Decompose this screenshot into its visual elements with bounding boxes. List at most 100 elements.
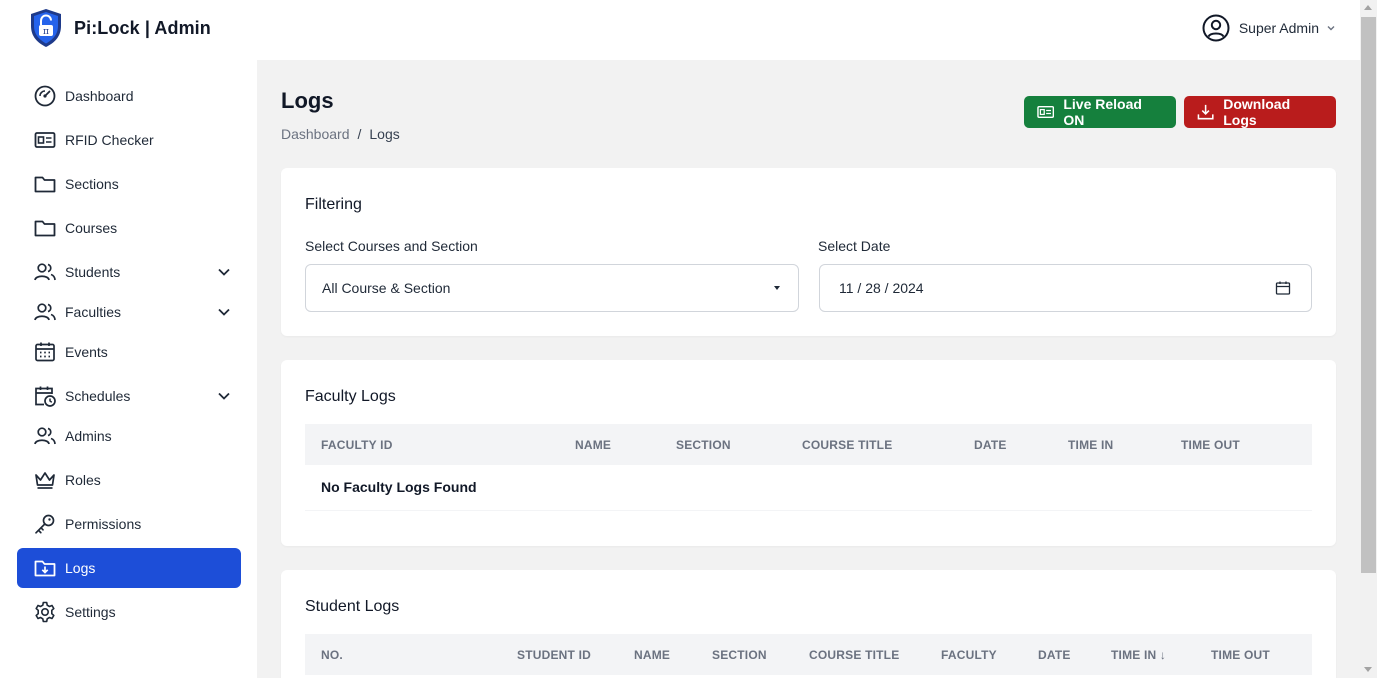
page-title: Logs	[281, 88, 334, 113]
table-row: No Faculty Logs Found	[305, 465, 1312, 510]
users-icon	[33, 260, 57, 284]
date-value: 11 / 28 / 2024	[839, 280, 924, 296]
download-logs-label: Download Logs	[1223, 96, 1291, 128]
sidebar-item-events[interactable]: Events	[17, 332, 241, 372]
column-header[interactable]: TIME OUT	[1181, 424, 1312, 465]
id-card-icon	[33, 128, 57, 152]
chevron-down-icon	[218, 392, 230, 400]
sidebar-item-dashboard[interactable]: Dashboard	[17, 76, 241, 116]
column-header[interactable]: FACULTY ID	[305, 424, 575, 465]
date-label: Select Date	[818, 238, 891, 254]
sidebar-item-label: Permissions	[65, 516, 142, 532]
sidebar-item-label: Faculties	[65, 304, 122, 320]
folder-icon	[33, 216, 57, 240]
empty-state-message: No Faculty Logs Found	[321, 479, 477, 496]
column-header[interactable]: NO.	[305, 634, 517, 675]
column-header[interactable]: NAME	[575, 424, 676, 465]
breadcrumb-separator: /	[357, 126, 362, 142]
course-section-value: All Course & Section	[322, 280, 451, 296]
key-icon	[33, 512, 57, 536]
column-header-sorted[interactable]: TIME IN ↓	[1111, 634, 1211, 675]
course-section-select[interactable]: All Course & Section	[305, 264, 799, 312]
folder-download-icon	[33, 556, 57, 580]
sidebar-item-label: Students	[65, 264, 121, 280]
faculty-logs-title: Faculty Logs	[305, 388, 396, 405]
column-header[interactable]: DATE	[974, 424, 1068, 465]
live-reload-label: Live Reload ON	[1063, 96, 1142, 128]
crown-icon	[33, 468, 57, 492]
sidebar-item-logs[interactable]: Logs	[17, 548, 241, 588]
column-header[interactable]: TIME IN	[1068, 424, 1181, 465]
scroll-up-arrow[interactable]	[1364, 5, 1372, 10]
column-header[interactable]: TIME OUT	[1211, 634, 1312, 675]
sidebar-item-label: Courses	[65, 220, 118, 236]
download-logs-button[interactable]: Download Logs	[1184, 96, 1336, 128]
dropdown-arrow-icon	[774, 286, 780, 290]
filtering-card: Filtering Select Courses and Section All…	[281, 168, 1336, 336]
sidebar-item-label: Schedules	[65, 388, 131, 404]
sidebar-item-roles[interactable]: Roles	[17, 460, 241, 500]
sidebar-item-label: Dashboard	[65, 88, 134, 104]
scrollbar-thumb[interactable]	[1361, 17, 1376, 573]
sidebar-item-label: RFID Checker	[65, 132, 154, 148]
vertical-scrollbar[interactable]	[1360, 0, 1377, 678]
column-header[interactable]: SECTION	[712, 634, 809, 675]
sidebar-item-sections[interactable]: Sections	[17, 164, 241, 204]
calendar-icon[interactable]	[1275, 280, 1291, 296]
breadcrumb-current: Logs	[369, 126, 400, 142]
student-logs-title: Student Logs	[305, 598, 400, 615]
breadcrumb: Dashboard / Logs	[281, 126, 400, 142]
live-reload-button[interactable]: Live Reload ON	[1024, 96, 1176, 128]
dashboard-gauge-icon	[33, 84, 57, 108]
user-avatar-icon	[1202, 14, 1230, 42]
sidebar-item-students[interactable]: Students	[17, 252, 241, 292]
main-content: Logs Dashboard / Logs Live Reload ON Dow…	[257, 60, 1360, 678]
download-icon	[1197, 104, 1214, 120]
folder-icon	[33, 172, 57, 196]
top-header: π Pi:Lock | Admin Super Admin	[0, 0, 1360, 60]
calendar-icon	[33, 340, 57, 364]
sidebar: Dashboard RFID Checker Sections Courses …	[0, 60, 257, 678]
sidebar-item-faculties[interactable]: Faculties	[17, 292, 241, 332]
column-header[interactable]: COURSE TITLE	[802, 424, 974, 465]
sidebar-item-admins[interactable]: Admins	[17, 416, 241, 456]
student-logs-table: NO. STUDENT ID NAME SECTION COURSE TITLE…	[305, 634, 1312, 675]
date-input[interactable]: 11 / 28 / 2024	[819, 264, 1312, 312]
table-header-row: NO. STUDENT ID NAME SECTION COURSE TITLE…	[305, 634, 1312, 675]
shield-lock-icon: π	[31, 9, 61, 47]
breadcrumb-dashboard-link[interactable]: Dashboard	[281, 126, 350, 142]
column-header[interactable]: COURSE TITLE	[809, 634, 941, 675]
chevron-down-icon	[218, 308, 230, 316]
column-header[interactable]: DATE	[1038, 634, 1111, 675]
sidebar-item-label: Sections	[65, 176, 119, 192]
column-header[interactable]: SECTION	[676, 424, 802, 465]
sidebar-item-permissions[interactable]: Permissions	[17, 504, 241, 544]
svg-text:π: π	[43, 27, 49, 37]
sidebar-item-label: Events	[65, 344, 108, 360]
sidebar-item-label: Admins	[65, 428, 112, 444]
sidebar-item-label: Roles	[65, 472, 101, 488]
scroll-down-arrow[interactable]	[1364, 667, 1372, 672]
user-name: Super Admin	[1238, 20, 1319, 36]
sidebar-item-rfid-checker[interactable]: RFID Checker	[17, 120, 241, 160]
column-header[interactable]: NAME	[634, 634, 712, 675]
column-header[interactable]: STUDENT ID	[517, 634, 634, 675]
filtering-title: Filtering	[305, 196, 362, 213]
table-header-row: FACULTY ID NAME SECTION COURSE TITLE DAT…	[305, 424, 1312, 465]
users-icon	[33, 424, 57, 448]
sidebar-item-label: Settings	[65, 604, 116, 620]
chevron-down-icon	[1327, 26, 1335, 31]
sidebar-item-courses[interactable]: Courses	[17, 208, 241, 248]
course-section-label: Select Courses and Section	[305, 238, 478, 254]
sidebar-item-label: Logs	[65, 560, 96, 576]
sidebar-item-schedules[interactable]: Schedules	[17, 376, 241, 416]
student-logs-card: Student Logs NO. STUDENT ID NAME SECTION…	[281, 570, 1336, 678]
sidebar-item-settings[interactable]: Settings	[17, 592, 241, 632]
brand[interactable]: π Pi:Lock | Admin	[28, 8, 211, 48]
app-title: Pi:Lock | Admin	[74, 17, 211, 38]
user-menu[interactable]: Super Admin	[1202, 14, 1336, 42]
column-header[interactable]: FACULTY	[941, 634, 1038, 675]
users-icon	[33, 300, 57, 324]
calendar-clock-icon	[33, 384, 57, 408]
gear-icon	[33, 600, 57, 624]
